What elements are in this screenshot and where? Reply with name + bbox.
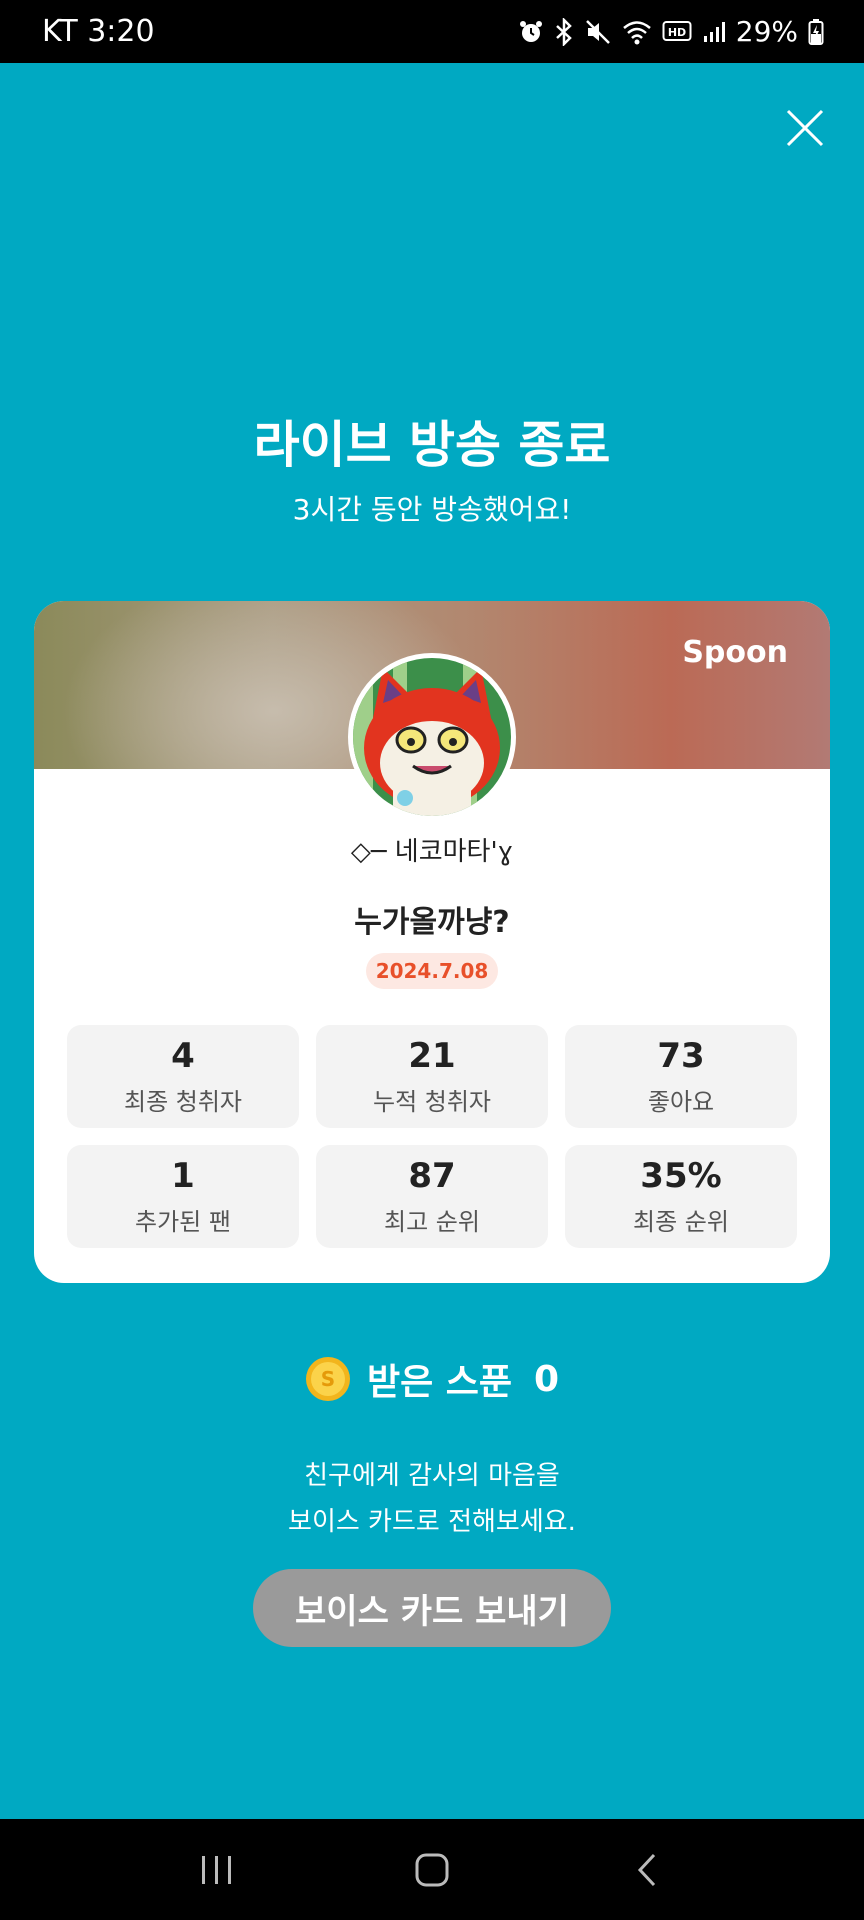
bluetooth-icon: [555, 17, 572, 46]
send-voice-card-button[interactable]: 보이스 카드 보내기: [253, 1569, 611, 1647]
recent-apps-icon: [202, 1855, 232, 1884]
stat-label: 누적 청취자: [372, 1088, 492, 1116]
close-icon: [786, 109, 824, 147]
broadcast-summary-card: Spoon ◇─ 네코마타'ɣ 누가올까냥? 2024.7.08 4 최종 청취…: [34, 601, 830, 1283]
page-subtitle: 3시간 동안 방송했어요!: [292, 493, 572, 526]
close-button[interactable]: [780, 103, 830, 153]
stat-final-listeners: 4 최종 청취자: [67, 1025, 299, 1128]
stat-value: 1: [171, 1156, 195, 1196]
stat-value: 4: [171, 1036, 195, 1076]
stat-likes: 73 좋아요: [565, 1025, 797, 1128]
date-badge: 2024.7.08: [366, 953, 498, 989]
status-bar: KT 3:20 HD 29%: [0, 0, 864, 63]
status-right: HD 29%: [518, 15, 824, 48]
wifi-icon: [622, 20, 651, 44]
stat-best-rank: 87 최고 순위: [316, 1145, 548, 1248]
spoon-label: 받은 스푼: [366, 1362, 512, 1403]
spoon-logo: Spoon: [682, 635, 788, 670]
stat-final-rank: 35% 최종 순위: [565, 1145, 797, 1248]
host-nickname: ◇─ 네코마타'ɣ: [350, 837, 514, 867]
received-spoons: S 받은 스푼 0: [0, 1353, 864, 1405]
thanks-message: 친구에게 감사의 마음을 보이스 카드로 전해보세요.: [0, 1453, 864, 1545]
alarm-icon: [519, 20, 542, 42]
status-icons: HD: [518, 17, 726, 46]
spoon-count: 0: [533, 1358, 560, 1400]
live-ended-screen: 라이브 방송 종료 3시간 동안 방송했어요! Spoon ◇─ 네코마타'ɣ …: [0, 63, 864, 1819]
clock: 3:20: [87, 14, 155, 49]
signal-icon: [703, 21, 725, 42]
stat-label: 좋아요: [647, 1088, 715, 1116]
stat-label: 최종 청취자: [123, 1088, 243, 1116]
status-left: KT 3:20: [42, 14, 155, 49]
stat-value: 35%: [640, 1156, 722, 1196]
mute-icon: [585, 19, 610, 44]
stats-grid: 4 최종 청취자 21 누적 청취자 73 좋아요 1 추가된 팬 87 최고 …: [67, 1025, 797, 1248]
back-icon: [637, 1853, 655, 1886]
avatar: [348, 653, 516, 821]
battery-percent: 29%: [735, 15, 798, 48]
recent-apps-button[interactable]: [187, 1840, 247, 1900]
spoon-coin-icon: S: [305, 1357, 350, 1401]
stat-value: 87: [408, 1156, 456, 1196]
back-button[interactable]: [617, 1840, 677, 1900]
stat-value: 21: [408, 1036, 456, 1076]
stat-total-listeners: 21 누적 청취자: [316, 1025, 548, 1128]
home-icon: [415, 1853, 449, 1886]
hd-icon: HD: [662, 20, 692, 41]
message-line-1: 친구에게 감사의 마음을: [304, 1461, 560, 1491]
svg-text:S: S: [321, 1367, 335, 1391]
battery-charging-icon: [808, 18, 824, 45]
stat-new-fans: 1 추가된 팬: [67, 1145, 299, 1248]
stat-label: 추가된 팬: [135, 1208, 231, 1236]
stat-label: 최고 순위: [384, 1208, 480, 1236]
carrier: KT: [42, 14, 78, 49]
stat-value: 73: [657, 1036, 705, 1076]
broadcast-title: 누가올까냥?: [354, 905, 510, 940]
page-title: 라이브 방송 종료: [253, 416, 611, 474]
message-line-2: 보이스 카드로 전해보세요.: [288, 1507, 576, 1537]
navigation-bar: [0, 1819, 864, 1920]
home-button[interactable]: [402, 1840, 462, 1900]
stat-label: 최종 순위: [633, 1208, 729, 1236]
cat-avatar-image: [353, 658, 511, 816]
svg-text:HD: HD: [668, 26, 686, 39]
